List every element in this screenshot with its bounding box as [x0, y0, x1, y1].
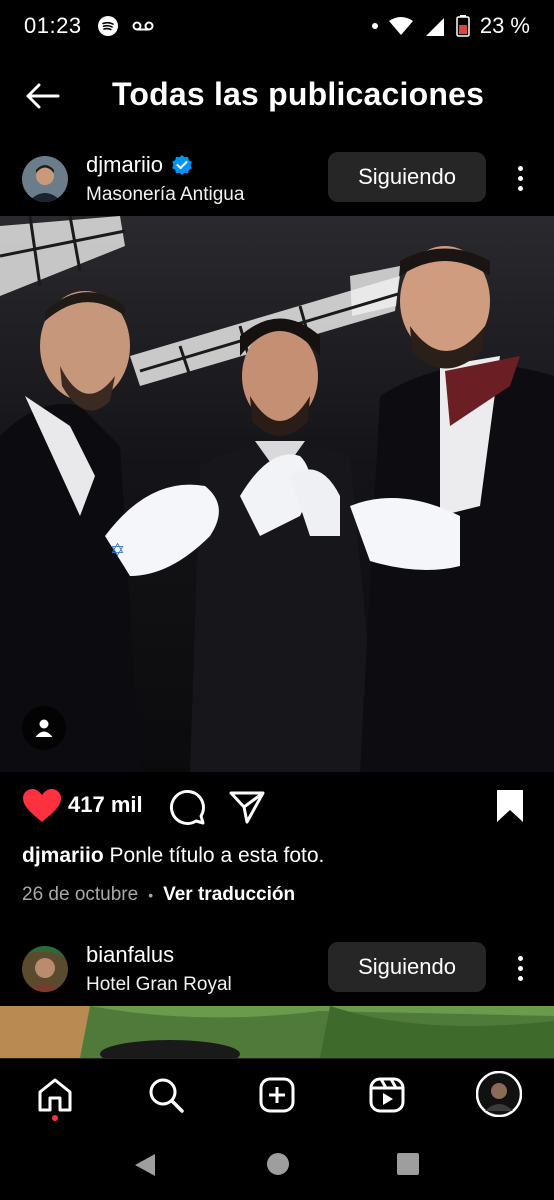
post-header-2: bianfalus Hotel Gran Royal Siguiendo — [0, 940, 554, 1004]
reels-icon[interactable] — [367, 1075, 407, 1115]
avatar[interactable] — [22, 946, 68, 992]
heart-icon[interactable] — [22, 788, 62, 829]
spotify-icon — [97, 16, 118, 36]
tagged-people-icon[interactable] — [22, 706, 66, 750]
post-location[interactable]: Hotel Gran Royal — [86, 974, 232, 996]
username-text[interactable]: bianfalus — [86, 942, 174, 968]
back-triangle-icon[interactable] — [133, 1152, 157, 1183]
post-caption: djmariio Ponle título a esta foto. — [22, 844, 324, 868]
verified-badge-icon — [172, 155, 192, 175]
dot-icon — [371, 23, 378, 29]
status-bar: 01:23 23 % — [0, 0, 554, 52]
page-header: Todas las publicaciones — [0, 62, 554, 128]
recents-square-icon[interactable] — [396, 1152, 420, 1181]
comment-icon[interactable] — [168, 788, 206, 831]
saved-bookmark-icon[interactable] — [494, 788, 526, 829]
post-image-2[interactable] — [0, 1006, 554, 1058]
share-icon[interactable] — [228, 788, 266, 831]
wifi-icon — [388, 17, 413, 35]
post-location[interactable]: Masonería Antigua — [86, 184, 244, 206]
post-meta: 26 de octubre • Ver traducción — [22, 884, 295, 906]
bottom-nav — [0, 1058, 554, 1128]
more-options-icon[interactable] — [506, 160, 534, 196]
post-username[interactable]: djmariio — [86, 152, 193, 178]
battery-icon — [456, 15, 470, 37]
following-button[interactable]: Siguiendo — [328, 152, 486, 202]
create-icon[interactable] — [257, 1075, 297, 1115]
username-text[interactable]: djmariio — [86, 152, 163, 178]
more-options-icon[interactable] — [506, 950, 534, 986]
profile-icon[interactable] — [476, 1071, 522, 1117]
arrow-left-icon[interactable] — [22, 76, 62, 116]
battery-level: 23 % — [479, 13, 530, 38]
meta-separator: • — [148, 887, 154, 903]
search-icon[interactable] — [146, 1075, 186, 1115]
home-icon[interactable] — [35, 1075, 75, 1115]
caption-username[interactable]: djmariio — [22, 844, 104, 867]
page-title: Todas las publicaciones — [112, 76, 485, 112]
home-circle-icon[interactable] — [266, 1152, 290, 1181]
translate-link[interactable]: Ver traducción — [163, 884, 295, 906]
notification-dot — [52, 1115, 58, 1121]
status-time: 01:23 — [24, 13, 82, 38]
system-nav — [0, 1128, 554, 1200]
likes-count[interactable]: 417 mil — [68, 792, 143, 818]
voicemail-icon — [132, 21, 154, 31]
following-button[interactable]: Siguiendo — [328, 942, 486, 992]
post-username[interactable]: bianfalus — [86, 942, 174, 968]
post-image[interactable]: ✡ — [0, 216, 554, 772]
svg-text:✡: ✡ — [110, 540, 125, 561]
signal-icon — [425, 18, 444, 36]
post-date: 26 de octubre — [22, 884, 139, 905]
post-header: djmariio Masonería Antigua Siguiendo — [0, 150, 554, 214]
avatar[interactable] — [22, 156, 68, 202]
post-actions: 417 mil — [0, 784, 554, 828]
caption-text: Ponle título a esta foto. — [109, 844, 325, 867]
